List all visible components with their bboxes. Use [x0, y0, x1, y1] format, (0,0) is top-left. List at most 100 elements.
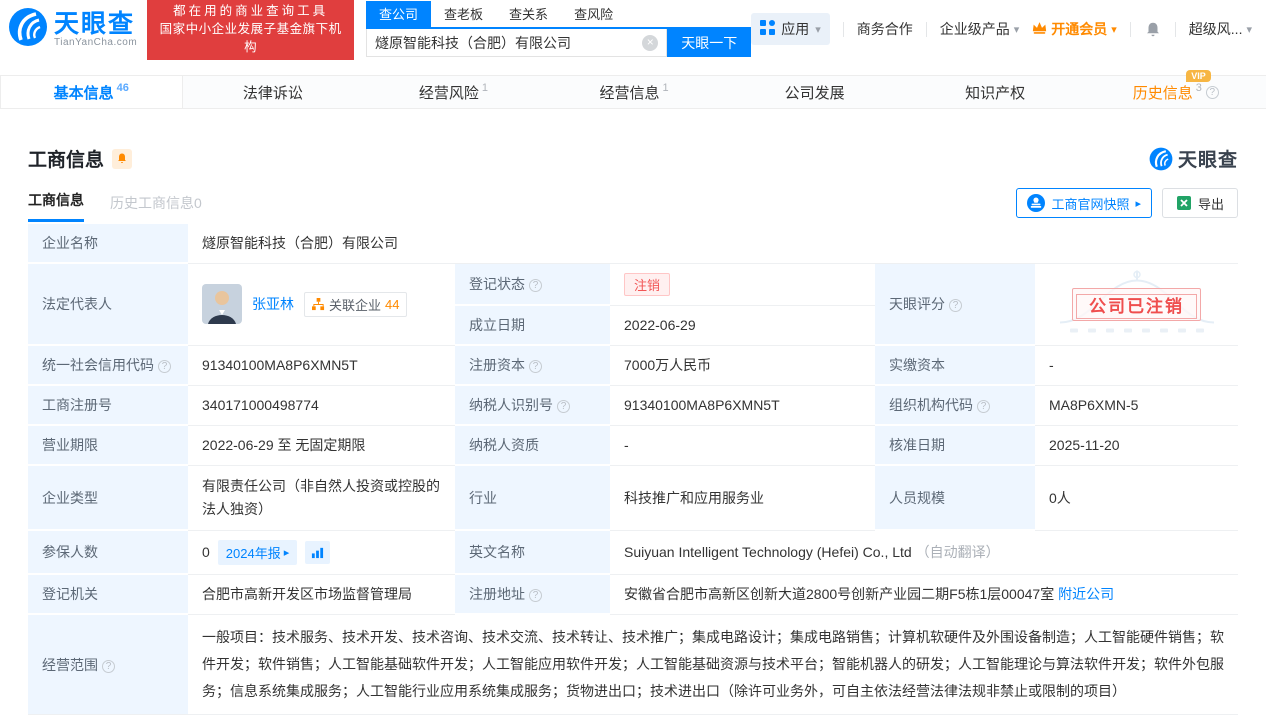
taxpayer-id-label: 纳税人识别号? [455, 385, 610, 426]
taxpayer-quali-label: 纳税人资质 [455, 425, 610, 466]
table-row: 法定代表人 张亚林 关联企业 44 登记状态? 注销 天眼评分 ? 公司已注销 [28, 263, 1239, 346]
clear-icon[interactable]: × [642, 34, 659, 51]
question-icon[interactable]: ? [557, 400, 570, 413]
tab-count: 1 [481, 82, 489, 94]
company-cancelled-cell: 公司已注销 [1035, 263, 1239, 346]
subtab-history-business-info[interactable]: 历史工商信息0 [110, 193, 202, 222]
search-tab-company[interactable]: 查公司 [366, 1, 432, 27]
excel-icon [1176, 196, 1191, 210]
uscc-value: 91340100MA8P6XMN5T [188, 345, 455, 386]
legal-rep-label: 法定代表人 [28, 263, 188, 346]
staff-size-value: 0人 [1035, 465, 1239, 531]
export-label: 导出 [1197, 196, 1224, 212]
insured-count: 0 [202, 544, 210, 560]
question-icon[interactable]: ? [949, 298, 962, 312]
enterprise-product-label: 企业级产品 [939, 21, 1010, 37]
notification-bell[interactable] [1144, 20, 1162, 39]
tab-intellectual-property[interactable]: 知识产权 [905, 76, 1086, 108]
insured-trend-button[interactable] [305, 540, 331, 564]
subscribe-bell-button[interactable] [112, 148, 133, 169]
stamp-icon [1027, 194, 1046, 212]
official-snapshot-button[interactable]: 工商官网快照 ▸ [1016, 188, 1152, 218]
bar-chart-icon [312, 547, 324, 558]
paid-capital-label: 实缴资本 [875, 345, 1035, 386]
term-value: 2022-06-29 至 无固定期限 [188, 425, 455, 466]
tianyancha-logo[interactable]: 天眼查 TianYanCha.com [8, 7, 137, 52]
status-badge: 注销 [624, 272, 671, 296]
super-risk-menu[interactable]: 超级风... ▾ [1189, 19, 1252, 39]
arrow-right-icon: ▸ [1135, 197, 1141, 210]
logo-title: 天眼查 [54, 9, 136, 38]
tab-operation-info[interactable]: 经营信息 1 [544, 76, 725, 108]
tab-basic-info[interactable]: 基本信息 46 [0, 76, 183, 108]
auto-translate-note: （自动翻译） [915, 544, 1000, 561]
open-vip-label: 开通会员 [1051, 21, 1108, 37]
uscc-label: 统一社会信用代码? [28, 345, 188, 386]
authority-label: 登记机关 [28, 574, 188, 615]
industry-label: 行业 [455, 465, 610, 531]
address-label: 注册地址? [455, 574, 610, 615]
annual-report-badge[interactable]: 2024年报 ▸ [217, 539, 298, 565]
logo-domain: TianYanCha.com [54, 36, 138, 48]
search-input[interactable] [375, 34, 643, 51]
est-date-value: 2022-06-29 [610, 305, 875, 346]
reg-status-value: 注销 [610, 263, 875, 306]
arrow-right-icon: ▸ [283, 546, 290, 559]
reg-status-label: 登记状态? [455, 263, 610, 306]
nearby-companies-link[interactable]: 附近公司 [1058, 586, 1114, 602]
tab-operation-risk[interactable]: 经营风险 1 [363, 76, 544, 108]
related-companies-label: 关联企业 [329, 297, 382, 313]
promo-banner-line1: 都在用的商业查询工具 [173, 4, 329, 18]
apps-menu-label: 应用 [781, 21, 810, 37]
divider [842, 21, 844, 37]
insured-cell: 0 2024年报 ▸ [188, 530, 455, 575]
apps-grid-icon [760, 20, 776, 38]
reg-no-value: 340171000498774 [188, 385, 455, 426]
question-icon[interactable]: ? [1205, 85, 1219, 99]
enterprise-product-menu[interactable]: 企业级产品 ▾ [940, 19, 1020, 39]
subtab-business-info[interactable]: 工商信息 [28, 190, 84, 222]
chevron-down-icon: ▾ [815, 23, 821, 36]
export-button[interactable]: 导出 [1161, 188, 1238, 218]
bell-icon [118, 153, 127, 163]
search-button[interactable]: 天眼一下 [667, 29, 752, 57]
apps-menu[interactable]: 应用 ▾ [751, 13, 830, 45]
divider [925, 21, 927, 37]
search-tab-boss[interactable]: 查老板 [431, 1, 496, 27]
legal-rep-avatar[interactable] [202, 284, 242, 324]
legal-rep-name-link[interactable]: 张亚林 [252, 294, 294, 314]
tab-history-info[interactable]: 历史信息 VIP 3 ? [1085, 69, 1266, 108]
header-menu: 应用 ▾ 商务合作 企业级产品 ▾ 开通会员 ▾ 超级风... ▾ [751, 13, 1252, 45]
search-block: 查公司 查老板 查关系 查风险 × 天眼一下 [366, 1, 752, 57]
table-row: 参保人数 0 2024年报 ▸ 英文名称 Suiyuan Intelligent… [28, 530, 1239, 575]
question-icon[interactable]: ? [529, 589, 542, 602]
taxpayer-id-value: 91340100MA8P6XMN5T [610, 385, 875, 426]
related-companies-badge[interactable]: 关联企业 44 [304, 291, 408, 317]
question-icon[interactable]: ? [158, 360, 171, 373]
tab-company-development[interactable]: 公司发展 [724, 76, 905, 108]
industry-value: 科技推广和应用服务业 [610, 465, 875, 531]
tab-label: 知识产权 [965, 84, 1026, 102]
tab-legal-lawsuit[interactable]: 法律诉讼 [183, 76, 364, 108]
business-coop-link[interactable]: 商务合作 [857, 19, 913, 39]
org-chart-icon [312, 297, 325, 310]
table-row: 企业类型 有限责任公司（非自然人投资或控股的法人独资） 行业 科技推广和应用服务… [28, 465, 1239, 531]
annual-report-label: 2024年报 [225, 545, 281, 561]
tab-label: 经营风险 [418, 84, 479, 102]
search-tab-risk[interactable]: 查风险 [561, 1, 626, 27]
staff-size-label: 人员规模 [875, 465, 1035, 531]
top-header: 天眼查 TianYanCha.com 都在用的商业查询工具 国家中小企业发展子基… [0, 0, 1266, 60]
company-type-label: 企业类型 [28, 465, 188, 531]
search-tab-relation[interactable]: 查关系 [496, 1, 561, 27]
official-snapshot-label: 工商官网快照 [1051, 196, 1130, 212]
promo-banner: 都在用的商业查询工具 国家中小企业发展子基金旗下机构 [147, 0, 355, 60]
super-risk-label: 超级风... [1188, 21, 1243, 37]
question-icon[interactable]: ? [977, 400, 990, 413]
tab-count: 3 [1195, 82, 1202, 94]
open-vip-menu[interactable]: 开通会员 ▾ [1032, 19, 1117, 39]
question-icon[interactable]: ? [102, 659, 115, 673]
tianyan-score-label: 天眼评分? [875, 263, 1035, 346]
question-icon[interactable]: ? [529, 278, 542, 292]
promo-banner-line2: 国家中小企业发展子基金旗下机构 [159, 22, 342, 54]
question-icon[interactable]: ? [529, 360, 542, 373]
